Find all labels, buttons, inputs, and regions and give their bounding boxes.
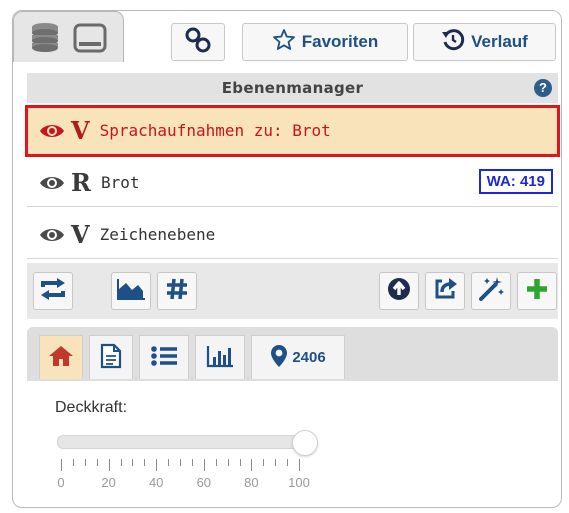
share-button[interactable]	[425, 272, 465, 310]
map-marker-icon	[270, 344, 288, 372]
layer-type-vector: V	[71, 116, 90, 145]
layer-name: Zeichenebene	[99, 225, 216, 244]
opacity-tick	[168, 459, 170, 466]
list-icon	[150, 344, 178, 372]
opacity-tick	[120, 459, 122, 466]
layer-type-raster: R	[71, 168, 91, 197]
opacity-tick	[191, 459, 193, 466]
opacity-scale-label: 80	[244, 475, 259, 490]
opacity-tick	[287, 459, 289, 466]
up-arrow-circle-icon	[386, 276, 412, 306]
opacity-ticks	[57, 459, 307, 473]
help-icon[interactable]: ?	[534, 79, 552, 97]
area-chart-button[interactable]	[111, 272, 151, 310]
opacity-scale-label: 0	[57, 475, 65, 490]
opacity-tick	[72, 459, 74, 466]
layer-tools	[27, 263, 558, 319]
opacity-scale-label: 20	[101, 475, 116, 490]
magic-wand-icon	[477, 275, 505, 307]
opacity-slider-track[interactable]	[57, 430, 318, 456]
opacity-tick	[251, 459, 253, 471]
eye-icon[interactable]	[39, 170, 65, 196]
opacity-tick	[275, 459, 277, 466]
opacity-tick	[180, 459, 181, 466]
marker-count: 2406	[292, 349, 326, 366]
tab-document[interactable]	[89, 335, 133, 379]
opacity-label: Deckkraft:	[55, 399, 128, 416]
opacity-tick	[96, 459, 98, 466]
eye-icon[interactable]	[39, 118, 65, 144]
layer-manager-panel: Favoriten Verlauf Ebenenmanager ? V Spra…	[12, 10, 562, 508]
opacity-scale-label: 100	[288, 475, 310, 490]
star-icon	[272, 28, 296, 56]
opacity-tick	[239, 459, 241, 466]
opacity-tick	[84, 459, 86, 466]
opacity-tick	[132, 459, 134, 466]
document-icon	[100, 343, 122, 373]
bar-chart-icon	[206, 344, 234, 372]
opacity-scale: 0 20 40 60 80 100	[57, 475, 317, 493]
grid-button[interactable]	[157, 272, 197, 310]
link-button[interactable]	[171, 23, 225, 61]
window-minimize-icon[interactable]	[72, 22, 108, 58]
opacity-tick	[263, 459, 265, 466]
link-icon	[184, 26, 212, 58]
opacity-scale-label: 40	[148, 475, 164, 490]
opacity-slider-thumb[interactable]	[292, 430, 318, 456]
layer-detail-tabs: 2406	[27, 327, 558, 381]
area-chart-icon	[116, 277, 146, 305]
opacity-tick	[61, 459, 62, 471]
add-layer-button[interactable]	[517, 272, 557, 310]
magic-wand-button[interactable]	[471, 272, 511, 310]
layer-name: Sprachaufnahmen zu: Brot	[99, 121, 331, 140]
layer-type-vector: V	[71, 220, 90, 249]
layer-row-brot[interactable]: R Brot WA: 419	[27, 159, 558, 207]
tab-markers[interactable]: 2406	[251, 335, 345, 379]
move-up-button[interactable]	[379, 272, 419, 310]
swap-button[interactable]	[33, 272, 73, 310]
opacity-slider-fill	[58, 436, 304, 448]
layer-row-sprachaufnahmen[interactable]: V Sprachaufnahmen zu: Brot	[25, 105, 560, 157]
history-icon	[441, 28, 465, 56]
add-icon	[525, 277, 549, 305]
eye-icon[interactable]	[39, 222, 65, 248]
opacity-scale-label: 60	[196, 475, 212, 490]
layer-manager-title: Ebenenmanager	[221, 79, 364, 97]
top-toolbar: Favoriten Verlauf	[13, 11, 561, 69]
opacity-tick	[215, 459, 217, 466]
opacity-tick	[144, 459, 146, 466]
share-icon	[432, 276, 458, 306]
history-button[interactable]: Verlauf	[413, 23, 556, 61]
opacity-tick	[156, 459, 158, 471]
layer-row-zeichenebene[interactable]: V Zeichenebene	[27, 211, 558, 259]
opacity-tick	[227, 459, 229, 466]
swap-icon	[39, 277, 67, 305]
favorites-button[interactable]: Favoriten	[242, 23, 408, 61]
opacity-tick	[203, 459, 205, 471]
history-label: Verlauf	[471, 32, 528, 51]
tab-home[interactable]	[39, 335, 83, 379]
layer-manager-header: Ebenenmanager ?	[27, 73, 558, 103]
layer-stack-tab[interactable]	[13, 11, 124, 62]
opacity-tick	[108, 459, 110, 471]
tab-list[interactable]	[139, 335, 189, 379]
opacity-tick	[299, 459, 300, 471]
layer-name: Brot	[100, 173, 140, 192]
wa-badge[interactable]: WA: 419	[478, 169, 553, 194]
database-stack-icon	[28, 20, 62, 58]
grid-hash-icon	[165, 277, 189, 305]
tab-statistics[interactable]	[195, 335, 245, 379]
favorites-label: Favoriten	[301, 32, 379, 51]
home-icon	[48, 344, 74, 372]
